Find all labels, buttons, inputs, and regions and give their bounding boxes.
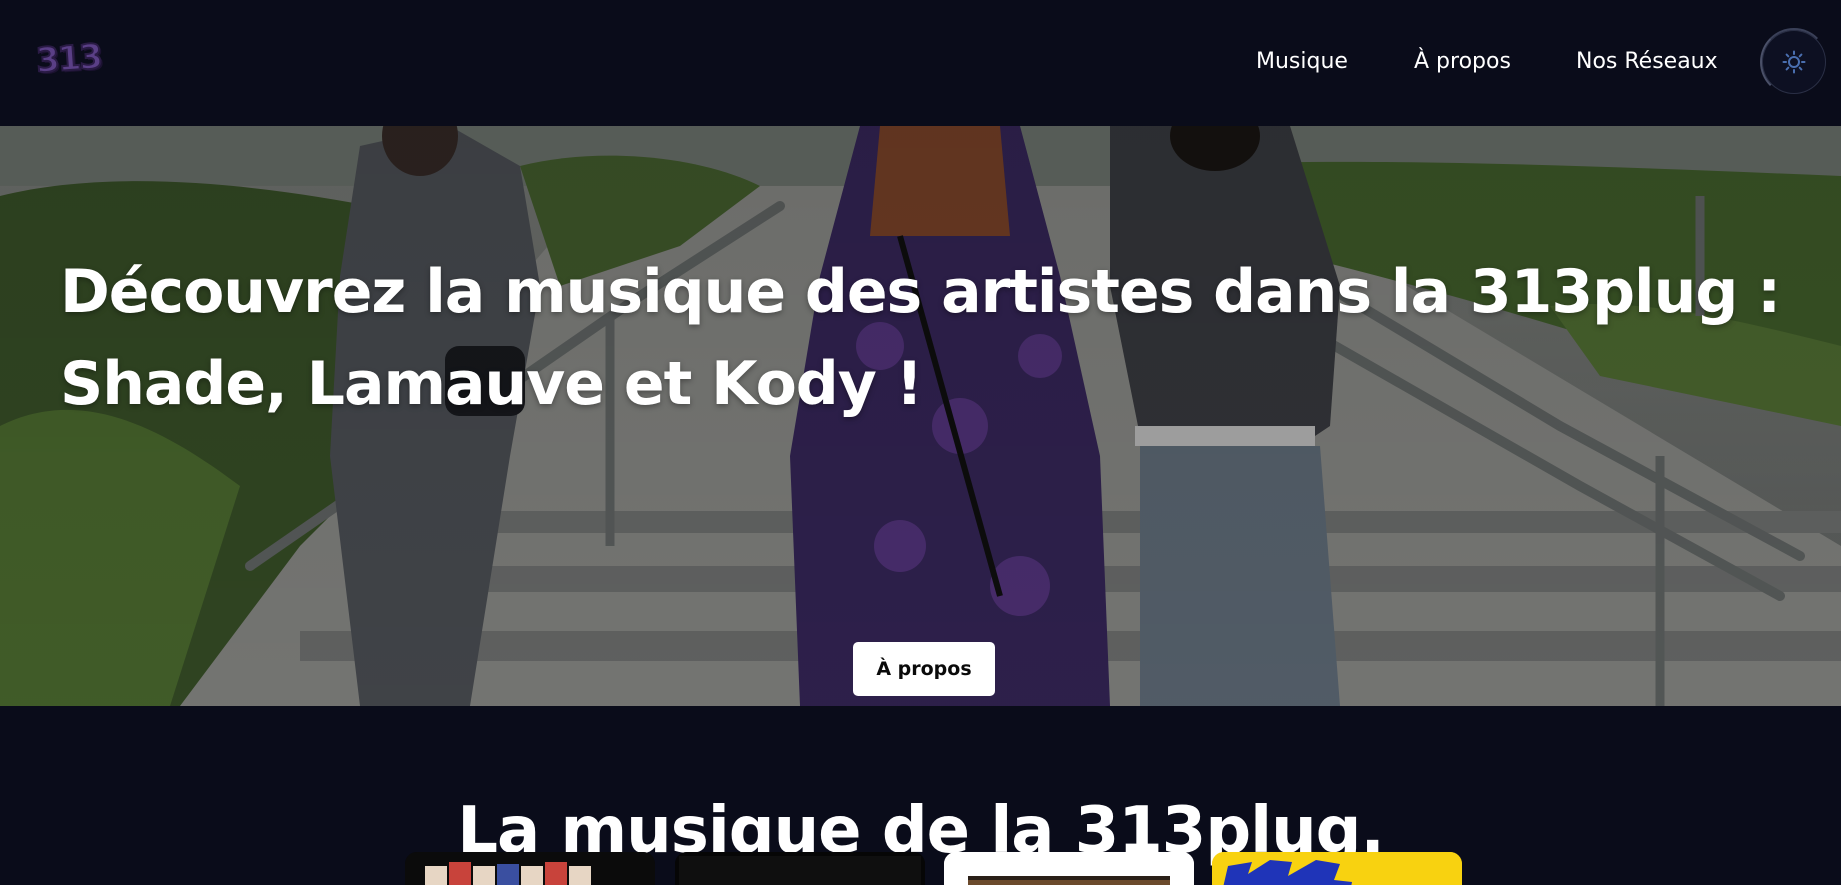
album-cover-3[interactable] (944, 852, 1194, 885)
nav-apropos-link[interactable]: À propos (1414, 46, 1511, 78)
album-cover-2[interactable] (675, 852, 925, 885)
hero-title-line-1: Découvrez la musique des artistes dans l… (60, 257, 1781, 328)
album-cover-1[interactable] (405, 852, 655, 885)
site-header: 313 Musique À propos Nos Réseaux (0, 0, 1841, 126)
album-cover-3-art (944, 852, 1194, 885)
album-cover-4[interactable] (1212, 852, 1462, 885)
apropos-button[interactable]: À propos (853, 642, 995, 696)
album-cover-4-art (1212, 852, 1462, 885)
logo[interactable]: 313 (34, 36, 106, 82)
nav-reseaux-link[interactable]: Nos Réseaux (1576, 46, 1718, 78)
hero-title: Découvrez la musique des artistes dans l… (60, 246, 1800, 430)
page: 313 Musique À propos Nos Réseaux Découvr… (0, 0, 1841, 885)
theme-toggle-button[interactable] (1760, 28, 1828, 96)
logo-text: 313 (34, 36, 104, 82)
music-section: La musique de la 313plug. (0, 706, 1841, 885)
album-cover-1-art (405, 852, 655, 885)
nav-musique-link[interactable]: Musique (1256, 46, 1348, 78)
sun-icon (1782, 50, 1806, 74)
hero-title-line-2: Shade, Lamauve et Kody ! (60, 349, 923, 420)
hero-section: Découvrez la musique des artistes dans l… (0, 126, 1841, 706)
album-cover-2-art (675, 852, 925, 885)
